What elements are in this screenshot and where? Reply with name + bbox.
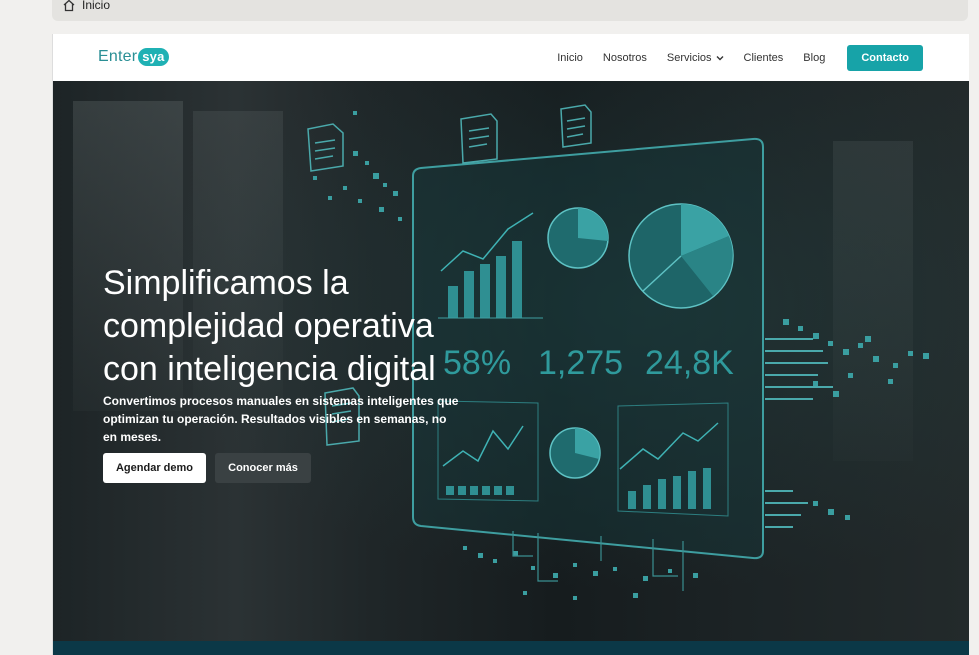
nav-item-nosotros[interactable]: Nosotros [603,52,647,64]
learn-more-button[interactable]: Conocer más [215,453,311,483]
hero-title: Simplificamos la complejidad operativa c… [103,263,436,388]
main-menu: Inicio Nosotros Servicios Clientes Blog … [557,45,923,71]
hero-section: 58% 1,275 24,8K Simplificamos la complej… [53,81,969,641]
brand-logo[interactable]: Enter sya [98,48,169,66]
stat-total: 24,8K [645,344,734,382]
nav-item-clientes[interactable]: Clientes [744,52,784,64]
home-icon [63,0,75,11]
page-frame: Enter sya Inicio Nosotros Servicios Clien… [52,34,969,655]
nav-item-servicios-label: Servicios [666,52,712,64]
hero-subtitle: Convertimos procesos manuales en sistema… [103,394,459,444]
nav-item-servicios[interactable]: Servicios [667,52,724,64]
next-section-band [53,641,969,655]
nav-item-inicio[interactable]: Inicio [557,52,583,64]
schedule-demo-button[interactable]: Agendar demo [103,453,206,483]
logo-text: Enter [98,48,138,65]
browser-breadcrumb-bar: Inicio [52,0,968,21]
site-header: Enter sya Inicio Nosotros Servicios Clien… [53,34,969,81]
chevron-down-icon [716,56,724,61]
contact-button[interactable]: Contacto [847,45,923,71]
nav-item-blog[interactable]: Blog [803,52,825,64]
stat-count: 1,275 [538,344,623,382]
breadcrumb[interactable]: Inicio [62,0,110,12]
breadcrumb-label: Inicio [82,0,111,12]
logo-badge: sya [138,48,169,66]
